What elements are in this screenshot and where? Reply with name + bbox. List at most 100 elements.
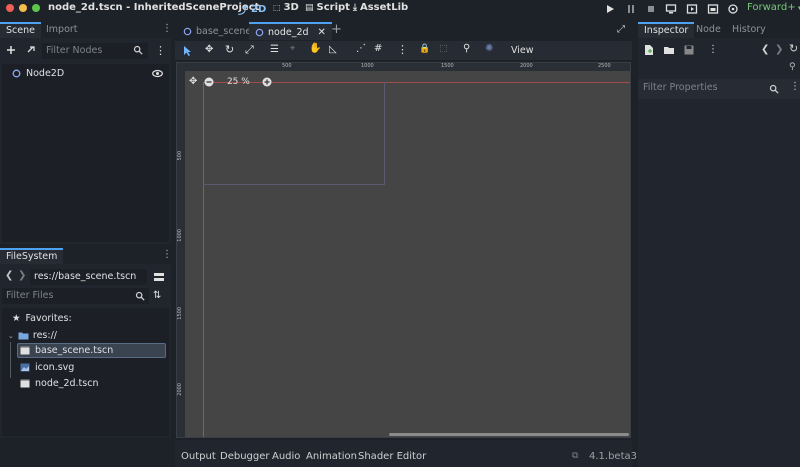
res-root-item[interactable]: ⌄ res:// bbox=[8, 328, 57, 343]
scene-tabs-bar: base_scene node_2d ✕ + ⤢ bbox=[175, 22, 632, 40]
canvas-viewport[interactable]: 500 1000 1500 2000 2500 500 1000 1500 20… bbox=[176, 62, 631, 438]
close-window-button[interactable] bbox=[6, 4, 14, 12]
pivot-mode-icon[interactable]: ⌖ bbox=[290, 44, 295, 54]
window-title: node_2d.tscn - InheritedSceneProject bbox=[48, 2, 260, 13]
visibility-eye-icon[interactable] bbox=[152, 69, 163, 78]
instance-scene-icon[interactable] bbox=[25, 44, 37, 56]
tab-scene[interactable]: Scene bbox=[0, 22, 41, 38]
tab-output[interactable]: Output bbox=[181, 451, 216, 462]
tab-inspector[interactable]: Inspector bbox=[638, 22, 695, 38]
minimize-window-button[interactable] bbox=[19, 4, 27, 12]
2d-icon: ⤴ bbox=[238, 6, 248, 17]
chevron-down-icon: ⌄ bbox=[8, 331, 14, 340]
node2d-icon bbox=[12, 69, 21, 78]
tab-animation[interactable]: Animation bbox=[306, 451, 357, 462]
group-icon[interactable]: ⬚ bbox=[439, 44, 448, 54]
sort-icon[interactable]: ⇅ bbox=[153, 290, 161, 301]
scene-tab-base-scene[interactable]: base_scene bbox=[178, 24, 256, 38]
dock-menu-icon[interactable]: ⋮ bbox=[162, 249, 172, 260]
history-back-icon[interactable]: ❮ bbox=[5, 270, 13, 281]
tab-audio[interactable]: Audio bbox=[272, 451, 300, 462]
scene-tree: Node2D bbox=[2, 64, 169, 242]
zoom-in-icon[interactable] bbox=[262, 77, 272, 87]
3d-icon: ⬚ bbox=[273, 3, 281, 12]
skeleton-bone-icon[interactable]: ⚲ bbox=[463, 43, 470, 54]
filter-properties-input[interactable]: Filter Properties bbox=[643, 82, 718, 93]
path-field[interactable]: res://base_scene.tscn bbox=[30, 269, 147, 285]
workspace-assetlib-button[interactable]: ⤓ AssetLib bbox=[353, 2, 408, 13]
lock-icon[interactable]: 🔒 bbox=[419, 44, 430, 54]
folder-icon bbox=[18, 332, 29, 340]
list-select-icon[interactable]: ☰ bbox=[270, 44, 279, 55]
tree-item-node2d[interactable]: Node2D bbox=[12, 68, 64, 79]
tab-node[interactable]: Node bbox=[690, 22, 727, 38]
layers-icon[interactable]: ⧉ bbox=[572, 451, 578, 461]
horizontal-scrollbar[interactable] bbox=[389, 433, 629, 436]
zoom-level-label[interactable]: 25 % bbox=[221, 77, 255, 87]
play-icon[interactable] bbox=[604, 3, 616, 15]
movie-maker-icon[interactable] bbox=[727, 3, 739, 15]
file-item-node-2d[interactable]: node_2d.tscn bbox=[20, 376, 98, 391]
workspace-script-button[interactable]: ▤ Script bbox=[305, 2, 350, 13]
chevron-down-icon: ▾ bbox=[797, 4, 800, 12]
scene-dock: Scene Import ⋮ Filter Nodes ⋮ Node2D bbox=[0, 22, 172, 244]
dock-menu-icon[interactable]: ⋮ bbox=[162, 23, 172, 34]
stop-icon[interactable] bbox=[645, 3, 657, 15]
play-custom-scene-icon[interactable] bbox=[707, 3, 719, 15]
history-forward-icon[interactable]: ❯ bbox=[775, 44, 783, 55]
vertical-ruler bbox=[177, 63, 185, 437]
close-tab-icon[interactable]: ✕ bbox=[318, 27, 326, 38]
history-forward-icon[interactable]: ❯ bbox=[18, 270, 26, 281]
history-back-icon[interactable]: ❮ bbox=[761, 44, 769, 55]
tab-filesystem[interactable]: FileSystem bbox=[0, 248, 64, 264]
node2d-icon bbox=[255, 28, 264, 36]
ruler-mode-icon[interactable]: ◺ bbox=[329, 44, 337, 55]
title-bar: node_2d.tscn - InheritedSceneProject ⤴ 2D… bbox=[0, 0, 800, 18]
assetlib-icon: ⤓ bbox=[353, 2, 357, 13]
distraction-free-icon[interactable]: ⤢ bbox=[617, 24, 625, 35]
center-view-icon[interactable]: ✥ bbox=[189, 76, 197, 87]
tab-debugger[interactable]: Debugger bbox=[220, 451, 270, 462]
workspace-2d-button[interactable]: ⤴ 2D bbox=[238, 2, 266, 17]
resource-menu-icon[interactable]: ⋮ bbox=[708, 44, 718, 55]
add-scene-tab-icon[interactable]: + bbox=[331, 22, 342, 37]
remote-debug-icon[interactable] bbox=[665, 3, 677, 15]
snap-options-icon[interactable]: ⋮ bbox=[397, 43, 408, 56]
play-scene-icon[interactable] bbox=[686, 3, 698, 15]
view-menu-button[interactable]: View bbox=[511, 45, 534, 56]
file-tree: ★ Favorites: ⌄ res:// base_scene.tscn ic… bbox=[2, 308, 169, 436]
scene-tab-node-2d[interactable]: node_2d ✕ bbox=[249, 22, 332, 40]
particles-icon[interactable]: ✺ bbox=[485, 43, 493, 54]
pan-mode-icon[interactable]: ✋ bbox=[309, 43, 321, 54]
move-mode-icon[interactable]: ✥ bbox=[205, 44, 213, 55]
filter-files-input[interactable]: Filter Files bbox=[2, 288, 149, 304]
file-item-base-scene[interactable]: base_scene.tscn bbox=[20, 343, 113, 358]
inspector-options-icon[interactable]: ⋮ bbox=[790, 81, 800, 92]
grid-snap-icon[interactable]: # bbox=[374, 43, 382, 54]
pause-icon[interactable] bbox=[625, 3, 637, 15]
scale-mode-icon[interactable]: ⤢ bbox=[245, 43, 254, 57]
object-history-icon[interactable]: ↻ bbox=[789, 42, 798, 55]
workspace-3d-button[interactable]: ⬚ 3D bbox=[273, 2, 299, 13]
open-folder-icon[interactable] bbox=[663, 44, 675, 56]
smart-snap-icon[interactable]: ⋰ bbox=[356, 43, 366, 54]
scene-options-icon[interactable]: ⋮ bbox=[155, 44, 166, 57]
rotate-mode-icon[interactable]: ↻ bbox=[225, 43, 234, 56]
split-mode-icon[interactable] bbox=[153, 271, 165, 283]
tab-history[interactable]: History bbox=[726, 22, 772, 38]
file-item-icon-svg[interactable]: icon.svg bbox=[20, 360, 74, 375]
tab-import[interactable]: Import bbox=[40, 22, 84, 38]
renderer-selector[interactable]: Forward+ ▾ bbox=[747, 2, 800, 13]
add-node-icon[interactable] bbox=[5, 44, 17, 56]
maximize-window-button[interactable] bbox=[32, 4, 40, 12]
save-icon[interactable] bbox=[683, 44, 695, 56]
horizontal-ruler bbox=[177, 63, 630, 71]
search-icon bbox=[769, 84, 779, 94]
search-icon: ⚲ bbox=[789, 62, 796, 72]
zoom-out-icon[interactable] bbox=[204, 77, 214, 87]
tab-shader-editor[interactable]: Shader Editor bbox=[358, 451, 426, 462]
select-mode-icon[interactable] bbox=[181, 45, 193, 57]
favorites-item[interactable]: ★ Favorites: bbox=[12, 311, 72, 326]
search-icon bbox=[133, 45, 143, 55]
new-resource-icon[interactable] bbox=[643, 44, 655, 56]
